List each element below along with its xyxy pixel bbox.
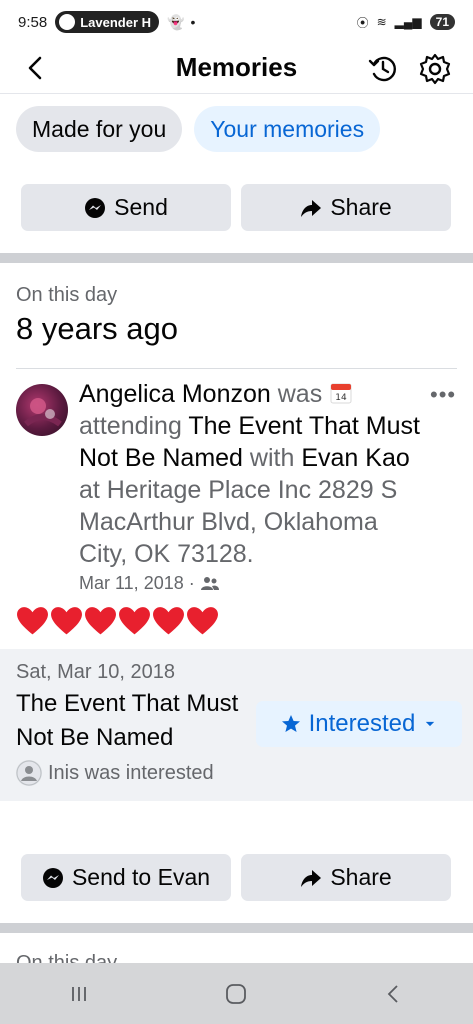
bottom-action-row: Send to Evan Share bbox=[21, 854, 451, 901]
page-title: Memories bbox=[175, 52, 298, 82]
event-title[interactable]: The Event That Must Not Be Named bbox=[16, 687, 256, 755]
status-time: 9:58 bbox=[18, 13, 48, 31]
interested-label: Interested bbox=[308, 710, 416, 737]
section-divider bbox=[0, 923, 473, 933]
heart-icon bbox=[85, 607, 116, 635]
home-icon[interactable] bbox=[224, 982, 248, 1006]
memories-tabs: Made for you Your memories bbox=[16, 106, 381, 152]
post-meta: Mar 11, 2018 · bbox=[79, 573, 220, 594]
avatar-image bbox=[24, 398, 62, 427]
calendar-icon: 14 bbox=[329, 381, 353, 405]
location-icon: ⦿ bbox=[356, 15, 369, 30]
star-icon bbox=[281, 715, 300, 732]
post-text: Angelica Monzon was 14 attending The Eve… bbox=[79, 378, 429, 570]
gear-icon[interactable] bbox=[418, 52, 452, 86]
back-nav-icon[interactable] bbox=[382, 982, 406, 1006]
section-divider bbox=[0, 253, 473, 263]
status-bar: 9:58 Lavender H 👻 • ⦿ ≋ ▂▄▆ 71 bbox=[0, 0, 473, 44]
share-label: Share bbox=[330, 194, 392, 220]
history-icon[interactable] bbox=[366, 52, 400, 86]
send-to-friend-label: Send to Evan bbox=[71, 864, 211, 890]
interested-by-text: Inis was interested bbox=[48, 761, 214, 784]
event-card[interactable]: Sat, Mar 10, 2018 The Event That Must No… bbox=[0, 649, 473, 801]
tab-your-memories[interactable]: Your memories bbox=[194, 106, 381, 152]
event-date: Sat, Mar 10, 2018 bbox=[16, 661, 175, 683]
avatar[interactable] bbox=[16, 384, 68, 436]
friends-audience-icon bbox=[200, 576, 219, 590]
years-ago-heading: 8 years ago bbox=[16, 311, 178, 346]
svg-text:14: 14 bbox=[335, 393, 347, 403]
status-right: ⦿ ≋ ▂▄▆ 71 bbox=[357, 14, 455, 31]
post-with-word: with bbox=[249, 444, 295, 472]
notification-pill: Lavender H bbox=[55, 11, 160, 33]
avatar bbox=[16, 760, 42, 786]
messenger-icon bbox=[42, 867, 63, 888]
messenger-icon bbox=[85, 197, 106, 218]
heart-icon bbox=[119, 607, 150, 635]
more-notifications-icon: • bbox=[190, 14, 196, 30]
send-label: Send bbox=[114, 194, 168, 220]
recent-apps-icon[interactable] bbox=[67, 982, 91, 1006]
signal-icon: ▂▄▆ bbox=[394, 15, 422, 29]
heart-icon bbox=[153, 607, 184, 635]
post-date[interactable]: Mar 11, 2018 · bbox=[79, 573, 195, 594]
post-attending-word: attending bbox=[79, 412, 182, 440]
post-friend-name[interactable]: Evan Kao bbox=[301, 444, 409, 472]
more-options-icon[interactable]: ••• bbox=[430, 382, 456, 408]
share-arrow-icon bbox=[301, 199, 322, 217]
share-button[interactable]: Share bbox=[241, 854, 451, 901]
post-location: at Heritage Place Inc 2829 S MacArthur B… bbox=[79, 476, 398, 568]
snapchat-icon: 👻 bbox=[167, 13, 185, 30]
heart-icon bbox=[51, 607, 82, 635]
heart-icon bbox=[17, 607, 48, 635]
chevron-down-icon bbox=[426, 721, 435, 727]
share-button[interactable]: Share bbox=[241, 184, 451, 231]
wifi-icon: ≋ bbox=[376, 15, 387, 29]
send-to-friend-button[interactable]: Send to Evan bbox=[21, 854, 231, 901]
heart-icon bbox=[187, 607, 218, 635]
send-button[interactable]: Send bbox=[21, 184, 231, 231]
spotify-icon bbox=[59, 14, 76, 30]
reaction-hearts bbox=[16, 605, 219, 637]
share-arrow-icon bbox=[301, 869, 322, 887]
app-header: Memories bbox=[0, 44, 473, 94]
interested-button[interactable]: Interested bbox=[256, 701, 462, 747]
post-author[interactable]: Angelica Monzon bbox=[79, 380, 271, 408]
tab-made-for-you[interactable]: Made for you bbox=[16, 106, 183, 152]
share-label: Share bbox=[330, 864, 392, 890]
interested-by-row: Inis was interested bbox=[16, 760, 214, 786]
heading-separator bbox=[16, 368, 457, 369]
notification-pill-text: Lavender H bbox=[80, 14, 152, 30]
section-label: On this day bbox=[16, 284, 118, 306]
post-verb: was bbox=[277, 380, 323, 408]
battery-indicator: 71 bbox=[429, 14, 455, 30]
top-action-row: Send Share bbox=[21, 184, 451, 231]
system-nav-bar bbox=[0, 963, 473, 1024]
